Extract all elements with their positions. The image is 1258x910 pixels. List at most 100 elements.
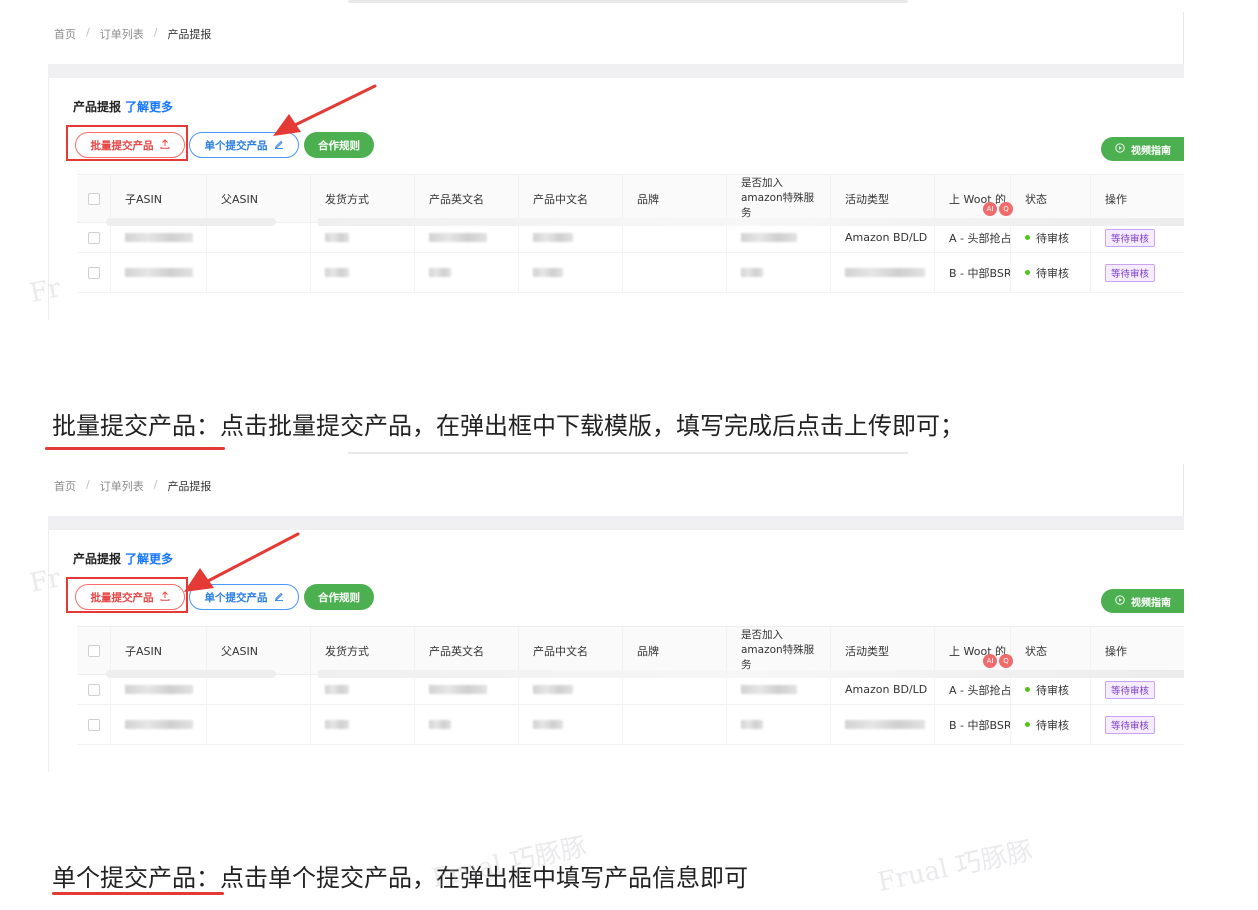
cell-activity-type: Amazon BD/LD: [831, 223, 935, 252]
cell-child-asin: [111, 223, 207, 252]
checkbox[interactable]: [88, 683, 100, 696]
blurred-value: [741, 685, 797, 694]
blurred-value: [741, 720, 763, 729]
highlight-box-batch: [66, 125, 188, 161]
header-child-asin: 子ASIN: [111, 627, 207, 674]
learn-more-link[interactable]: 了解更多: [125, 552, 173, 566]
cell-status: 待审核: [1011, 705, 1091, 744]
header-status: 状态: [1011, 627, 1091, 674]
checkbox[interactable]: [88, 266, 100, 279]
cell-name-en: [415, 705, 519, 744]
blurred-value: [125, 685, 193, 694]
blurred-value: [125, 233, 193, 242]
table-header: 子ASIN 父ASIN 发货方式 产品英文名 产品中文名 品牌 是否加入amaz…: [77, 627, 1184, 675]
breadcrumb: 首页 / 订单列表 / 产品提报: [54, 26, 211, 42]
pending-review-tag[interactable]: 等待审核: [1105, 263, 1156, 282]
blurred-value: [429, 268, 451, 277]
cell-child-asin: [111, 705, 207, 744]
cell-name-cn: [519, 675, 623, 704]
header-activity-type: 活动类型: [831, 175, 935, 222]
cell-woot: B - 中部BSR突: [935, 705, 1011, 744]
pending-review-tag[interactable]: 等待审核: [1105, 680, 1156, 699]
highlight-box-batch: [66, 577, 188, 613]
row-select[interactable]: [77, 705, 111, 744]
header-name-en: 产品英文名: [415, 627, 519, 674]
header-amazon-service: 是否加入amazon特殊服务: [727, 627, 831, 674]
checkbox[interactable]: [88, 231, 100, 244]
caption-batch-text: ：点击批量提交产品，在弹出框中下载模版，填写完成后点击上传即可；: [196, 412, 964, 440]
video-guide-button[interactable]: 视频指南: [1101, 137, 1184, 161]
blurred-value: [741, 233, 797, 242]
status-dot: [1025, 722, 1030, 727]
cell-name-en: [415, 223, 519, 252]
rules-button[interactable]: 合作规则: [304, 584, 374, 610]
search-icon[interactable]: Q: [999, 202, 1013, 216]
cell-name-cn: [519, 223, 623, 252]
cell-name-en: [415, 253, 519, 292]
card-title-text: 产品提报: [73, 552, 122, 566]
video-guide-label: 视频指南: [1131, 145, 1171, 157]
blurred-value: [533, 233, 573, 242]
cell-shipping: [311, 223, 415, 252]
breadcrumb-current: 产品提报: [167, 28, 212, 41]
video-guide-button[interactable]: 视频指南: [1101, 589, 1184, 613]
checkbox[interactable]: [88, 718, 100, 731]
scroll-shadow: [318, 218, 1184, 226]
blurred-value: [845, 268, 925, 277]
product-submit-card: 产品提报 了解更多 批量提交产品 单个提交产品 合作规则 视频指南 子ASIN …: [48, 78, 1184, 320]
table-row: Amazon BD/LD A - 头部抢占价 待审核 等待审核: [77, 223, 1184, 253]
breadcrumb-orders[interactable]: 订单列表: [100, 26, 144, 42]
learn-more-link[interactable]: 了解更多: [125, 100, 173, 114]
header-parent-asin: 父ASIN: [207, 627, 311, 674]
play-circle-icon: [1115, 594, 1125, 608]
row-select[interactable]: [77, 223, 111, 252]
cell-shipping: [311, 675, 415, 704]
table-header: 子ASIN 父ASIN 发货方式 产品英文名 产品中文名 品牌 是否加入amaz…: [77, 175, 1184, 223]
cell-amazon-service: [727, 675, 831, 704]
blurred-value: [429, 685, 487, 694]
cell-parent-asin: [207, 253, 311, 292]
cell-amazon-service: [727, 223, 831, 252]
header-name-en: 产品英文名: [415, 175, 519, 222]
header-select-all[interactable]: [77, 627, 111, 674]
cell-name-cn: [519, 705, 623, 744]
breadcrumb-orders[interactable]: 订单列表: [100, 478, 144, 494]
horizontal-scrollbar[interactable]: [106, 218, 276, 226]
caption-batch-key: 批量提交产品: [52, 412, 196, 440]
cell-parent-asin: [207, 705, 311, 744]
breadcrumb-current: 产品提报: [167, 480, 212, 493]
table-row: Amazon BD/LD A - 头部抢占价 待审核 等待审核: [77, 675, 1184, 705]
pending-review-tag[interactable]: 等待审核: [1105, 715, 1156, 734]
blurred-value: [325, 268, 349, 277]
ai-icon[interactable]: AI: [983, 654, 997, 668]
ai-icon[interactable]: AI: [983, 202, 997, 216]
header-amazon-service: 是否加入amazon特殊服务: [727, 175, 831, 222]
card-title: 产品提报 了解更多: [73, 550, 173, 567]
checkbox[interactable]: [88, 644, 100, 657]
horizontal-scrollbar[interactable]: [106, 670, 276, 678]
header-name-cn: 产品中文名: [519, 627, 623, 674]
blurred-value: [325, 720, 349, 729]
watermark: Frual 巧豚豚: [875, 835, 1036, 898]
header-gap: [48, 516, 1184, 530]
pending-review-tag[interactable]: 等待审核: [1105, 228, 1156, 247]
row-select[interactable]: [77, 253, 111, 292]
row-select[interactable]: [77, 675, 111, 704]
search-icon[interactable]: Q: [999, 654, 1013, 668]
single-submit-label: 单个提交产品: [204, 139, 268, 152]
status-dot: [1025, 235, 1030, 240]
checkbox[interactable]: [88, 192, 100, 205]
cell-shipping: [311, 705, 415, 744]
table-row: B - 中部BSR突 待审核 等待审核: [77, 705, 1184, 745]
top-divider: [348, 0, 908, 3]
screenshot-batch-submit: 首页 / 订单列表 / 产品提报 产品提报 了解更多 批量提交产品 单个提交产品 …: [48, 0, 1184, 320]
header-status: 状态: [1011, 175, 1091, 222]
status-dot: [1025, 270, 1030, 275]
breadcrumb-home[interactable]: 首页: [54, 478, 76, 494]
status-text: 待审核: [1036, 231, 1069, 245]
cell-woot: B - 中部BSR突: [935, 253, 1011, 292]
breadcrumb-home[interactable]: 首页: [54, 26, 76, 42]
header-select-all[interactable]: [77, 175, 111, 222]
product-table: 子ASIN 父ASIN 发货方式 产品英文名 产品中文名 品牌 是否加入amaz…: [77, 626, 1184, 745]
red-arrow: [273, 84, 377, 136]
